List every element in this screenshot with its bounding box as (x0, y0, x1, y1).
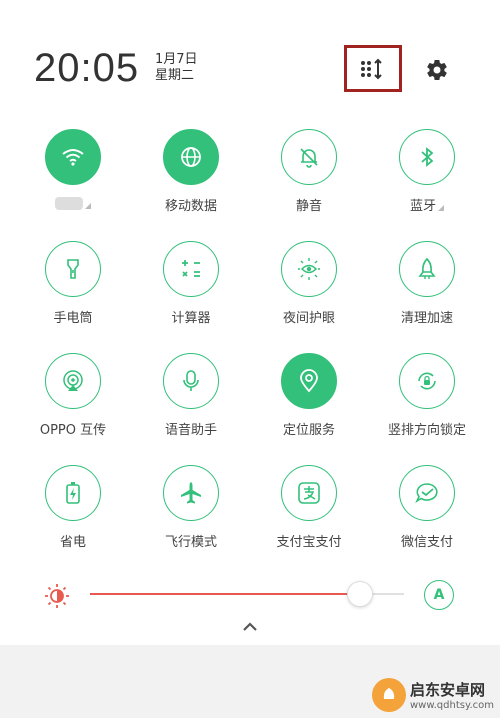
tile-night-mode[interactable]: 夜间护眼 (254, 241, 364, 326)
microphone-icon (183, 370, 199, 391)
tile-alipay-button[interactable] (281, 465, 337, 521)
tile-rotation-lock-button[interactable] (399, 353, 455, 409)
rocket-icon (418, 257, 436, 279)
tile-rotation-lock[interactable]: 竖排方向锁定 (372, 353, 482, 438)
battery-saver-icon (66, 482, 80, 504)
eye-sun-icon (298, 258, 320, 280)
tile-voice-assistant-button[interactable] (163, 353, 219, 409)
watermark-text: 启东安卓网 www.qdhtsy.com (410, 679, 494, 711)
tile-location[interactable]: 定位服务 (254, 353, 364, 438)
weekday-text: 星期二 (155, 68, 195, 83)
brightness-slider[interactable] (90, 581, 404, 607)
tile-silent-button[interactable] (281, 129, 337, 185)
watermark-url: www.qdhtsy.com (410, 700, 494, 711)
rotation-lock-icon (418, 372, 436, 390)
date-text: 1月7日 (155, 52, 198, 67)
expand-corner-icon (438, 204, 444, 211)
date-block: 1月7日 星期二 (155, 52, 198, 84)
tile-label: 移动数据 (164, 199, 217, 214)
tile-voice-assistant[interactable]: 语音助手 (136, 353, 246, 438)
tile-wifi-label (55, 195, 91, 210)
watermark-name: 启东安卓网 (410, 681, 486, 699)
tile-bluetooth-label: 蓝牙 (410, 195, 444, 214)
tile-power-saving-button[interactable] (45, 465, 101, 521)
wechat-pay-icon (415, 483, 438, 504)
clock-time: 20:05 (34, 46, 140, 90)
grid-sort-icon (361, 58, 382, 79)
tile-label: 定位服务 (282, 423, 335, 438)
tile-bluetooth[interactable]: 蓝牙 (372, 129, 482, 214)
tile-airplane-mode[interactable]: 飞行模式 (136, 465, 246, 550)
calculator-icon (182, 260, 200, 277)
tile-label: 计算器 (171, 311, 211, 326)
tile-label: 竖排方向锁定 (387, 423, 466, 438)
tile-clean-boost[interactable]: 清理加速 (372, 241, 482, 326)
tile-night-mode-button[interactable] (281, 241, 337, 297)
tile-location-button[interactable] (281, 353, 337, 409)
bell-off-icon (300, 148, 318, 168)
tile-calculator[interactable]: 计算器 (136, 241, 246, 326)
tile-bluetooth-button[interactable] (399, 129, 455, 185)
chevron-up-icon (243, 622, 257, 631)
tile-mobile-data[interactable]: 移动数据 (136, 129, 246, 214)
tile-label: 手电筒 (53, 311, 93, 326)
tile-label: 夜间护眼 (282, 311, 335, 326)
wifi-network-name-placeholder (55, 197, 83, 210)
bluetooth-icon (421, 147, 434, 167)
tile-wechat-pay-button[interactable] (399, 465, 455, 521)
tile-label: 飞行模式 (164, 535, 217, 550)
location-pin-icon (300, 369, 318, 393)
tile-calculator-button[interactable] (163, 241, 219, 297)
gear-icon (427, 60, 447, 81)
tile-wifi-button[interactable] (45, 129, 101, 185)
alipay-icon (298, 482, 320, 504)
tile-flashlight-button[interactable] (45, 241, 101, 297)
tile-alipay[interactable]: 支付宝支付 (254, 465, 364, 550)
watermark: 启东安卓网 www.qdhtsy.com (372, 676, 496, 714)
tile-wifi[interactable] (18, 129, 128, 210)
share-signal-icon (63, 370, 83, 391)
globe-icon (181, 147, 201, 167)
tile-label: 省电 (59, 535, 86, 550)
auto-brightness-button[interactable]: A (424, 580, 454, 610)
quick-settings-panel: 20:05 1月7日 星期二 移动数据 静音 蓝牙 手电筒 计算器 夜间护眼 清… (0, 0, 500, 645)
tile-label: 清理加速 (400, 311, 453, 326)
collapse-panel-button[interactable] (238, 618, 262, 636)
expand-corner-icon (85, 202, 91, 209)
brightness-icon-wrap (43, 582, 71, 610)
tile-oppo-share-button[interactable] (45, 353, 101, 409)
tile-clean-boost-button[interactable] (399, 241, 455, 297)
tile-label: OPPO 互传 (39, 423, 107, 438)
settings-button[interactable] (424, 57, 450, 83)
tile-mobile-data-button[interactable] (163, 129, 219, 185)
tile-label: 语音助手 (164, 423, 217, 438)
watermark-logo-icon (372, 678, 406, 712)
tile-oppo-share[interactable]: OPPO 互传 (18, 353, 128, 438)
brightness-slider-thumb[interactable] (347, 581, 373, 607)
tile-wechat-pay[interactable]: 微信支付 (372, 465, 482, 550)
airplane-icon (181, 482, 201, 504)
tile-airplane-mode-button[interactable] (163, 465, 219, 521)
tile-label: 微信支付 (400, 535, 453, 550)
brightness-sun-icon (45, 584, 69, 608)
brightness-slider-fill (90, 593, 360, 595)
tile-label: 静音 (295, 199, 322, 214)
tile-power-saving[interactable]: 省电 (18, 465, 128, 550)
tile-silent[interactable]: 静音 (254, 129, 364, 214)
tile-label: 蓝牙 (409, 199, 436, 214)
edit-tiles-button[interactable] (344, 45, 402, 92)
flashlight-icon (67, 259, 79, 279)
wifi-icon (62, 149, 84, 166)
tile-flashlight[interactable]: 手电筒 (18, 241, 128, 326)
tile-label: 支付宝支付 (276, 535, 342, 550)
